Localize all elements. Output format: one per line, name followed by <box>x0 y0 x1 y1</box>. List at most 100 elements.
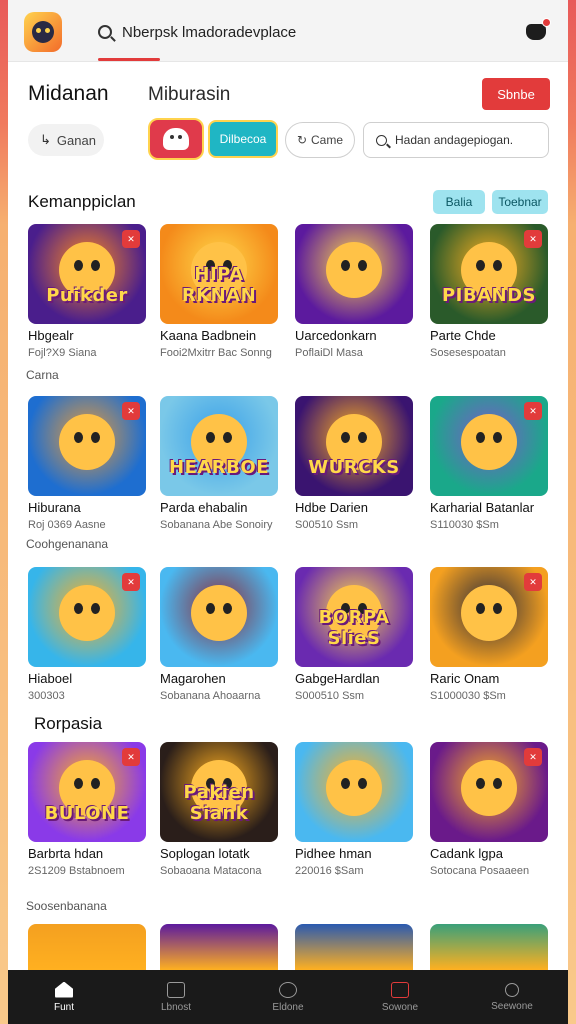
nav-label: Seewone <box>491 1000 533 1012</box>
game-name[interactable]: Kaana Badbnein <box>160 328 256 343</box>
game-thumbnail[interactable] <box>430 924 548 970</box>
close-icon[interactable]: ✕ <box>524 402 542 420</box>
game-name[interactable]: Barbrta hdan <box>28 846 103 861</box>
game-name[interactable]: Karharial Batanlar <box>430 500 534 515</box>
search-text: Nberpsk lmadoradevplace <box>122 23 297 41</box>
game-thumbnail[interactable]: ✕ <box>28 567 146 667</box>
game-name[interactable]: Pidhee hman <box>295 846 372 861</box>
game-meta: Fooi2Mxitrr Bac Sonng <box>160 347 272 359</box>
close-icon[interactable]: ✕ <box>122 748 140 766</box>
search-icon <box>505 982 519 997</box>
character-icon <box>59 414 115 470</box>
active-tab-indicator <box>98 58 160 61</box>
close-icon[interactable]: ✕ <box>122 402 140 420</box>
filter-chip[interactable]: ↳ Ganan <box>28 124 104 156</box>
outline-chip[interactable]: ↻ Came <box>285 122 355 158</box>
row-label: Coohgenanana <box>26 537 109 551</box>
filter-search-input[interactable]: Hadan andagepiogan. <box>363 122 549 158</box>
game-thumbnail[interactable] <box>160 567 278 667</box>
game-thumbnail[interactable] <box>160 924 278 970</box>
game-thumbnail[interactable] <box>295 742 413 842</box>
game-name[interactable]: Soplogan lotatk <box>160 846 250 861</box>
game-name[interactable]: Raric Onam <box>430 671 499 686</box>
filter-search-placeholder: Hadan andagepiogan. <box>395 133 514 147</box>
game-thumbnail[interactable]: PIBANDS ✕ <box>430 224 548 324</box>
game-meta: 300303 <box>28 690 65 702</box>
page-subtitle[interactable]: Miburasin <box>148 84 230 106</box>
nav-item-bag[interactable]: Sowone <box>344 970 456 1024</box>
arrow-icon: ↳ <box>40 132 51 147</box>
game-meta: S000510 Ssm <box>295 690 365 702</box>
chat-icon <box>279 981 297 998</box>
page-title: Midanan <box>28 82 109 105</box>
character-icon <box>461 760 517 816</box>
game-name[interactable]: Parte Chde <box>430 328 496 343</box>
nav-item-library[interactable]: Lbnost <box>120 970 232 1024</box>
game-meta: Roj 0369 Aasne <box>28 519 106 531</box>
game-meta: Fojl?X9 Siana <box>28 347 97 359</box>
game-thumbnail[interactable]: ✕ <box>430 396 548 496</box>
game-name[interactable]: GabgeHardlan <box>295 671 380 686</box>
game-thumbnail[interactable]: ✕ <box>430 742 548 842</box>
game-thumbnail[interactable]: Pakien Siank <box>160 742 278 842</box>
game-name[interactable]: Cadank lgpa <box>430 846 503 861</box>
character-icon <box>326 242 382 298</box>
close-icon[interactable]: ✕ <box>524 748 542 766</box>
outline-chip-label: Came <box>311 133 344 147</box>
game-thumbnail[interactable]: HIPA RKNAN <box>160 224 278 324</box>
game-category-icon[interactable] <box>148 118 204 160</box>
game-thumbnail[interactable] <box>295 924 413 970</box>
game-art-title: HIPA RKNAN <box>181 264 257 306</box>
filter-chip-label: Ganan <box>56 132 96 148</box>
game-name[interactable]: Magarohen <box>160 671 226 686</box>
game-thumbnail[interactable] <box>295 224 413 324</box>
game-art-title: Pakien Siank <box>183 782 255 824</box>
section-pill-b[interactable]: Toebnar <box>492 190 548 214</box>
search-icon <box>376 134 387 146</box>
section-pill-a[interactable]: Balia <box>433 190 485 214</box>
close-icon[interactable]: ✕ <box>122 230 140 248</box>
game-meta: 220016 $Sam <box>295 865 364 877</box>
close-icon[interactable]: ✕ <box>524 230 542 248</box>
game-thumbnail[interactable]: ✕ <box>430 567 548 667</box>
game-thumbnail[interactable] <box>28 924 146 970</box>
nav-item-search[interactable]: Seewone <box>456 970 568 1024</box>
book-icon <box>167 981 185 998</box>
game-art-title: BORPA SlieS <box>318 607 390 649</box>
game-meta: Sotocana Posaaeen <box>430 865 530 877</box>
game-name[interactable]: Hiaboel <box>28 671 72 686</box>
teal-category-chip[interactable]: Dilbecoa <box>208 120 278 158</box>
game-thumbnail[interactable]: WURCKS <box>295 396 413 496</box>
refresh-icon: ↻ <box>296 133 308 147</box>
game-name[interactable]: Uarcedonkarn <box>295 328 377 343</box>
game-thumbnail[interactable]: BORPA SlieS <box>295 567 413 667</box>
game-name[interactable]: Hiburana <box>28 500 81 515</box>
bottom-nav: Funt Lbnost Eldone Sowone Seewone <box>8 970 568 1024</box>
character-icon <box>326 760 382 816</box>
nav-item-chat[interactable]: Eldone <box>232 970 344 1024</box>
cta-button[interactable]: Sbnbe <box>482 78 550 110</box>
close-icon[interactable]: ✕ <box>524 573 542 591</box>
game-art-title: WURCKS <box>308 457 400 478</box>
game-meta: Sobanana Ahoaarna <box>160 690 261 702</box>
game-thumbnail[interactable]: BULONE ✕ <box>28 742 146 842</box>
game-name[interactable]: Hdbe Darien <box>295 500 368 515</box>
search-bar[interactable]: Nberpsk lmadoradevplace <box>98 14 428 50</box>
nav-item-home[interactable]: Funt <box>8 970 120 1024</box>
character-icon <box>191 585 247 641</box>
app-logo-icon[interactable] <box>24 12 62 52</box>
notification-icon[interactable] <box>526 18 551 40</box>
game-thumbnail[interactable]: Puikder ✕ <box>28 224 146 324</box>
game-meta: Sosesespoatan <box>430 347 506 359</box>
game-art-title: HEARBOE <box>169 457 269 478</box>
game-thumbnail[interactable]: HEARBOE <box>160 396 278 496</box>
close-icon[interactable]: ✕ <box>122 573 140 591</box>
top-bar: Nberpsk lmadoradevplace <box>8 0 568 62</box>
game-meta: S00510 Ssm <box>295 519 358 531</box>
game-meta: S1000030 $Sm <box>430 690 506 702</box>
home-icon <box>55 981 73 998</box>
game-thumbnail[interactable]: ✕ <box>28 396 146 496</box>
game-name[interactable]: Hbgealr <box>28 328 74 343</box>
game-meta: 2S1209 Bstabnoem <box>28 865 125 877</box>
game-name[interactable]: Parda ehabalin <box>160 500 247 515</box>
